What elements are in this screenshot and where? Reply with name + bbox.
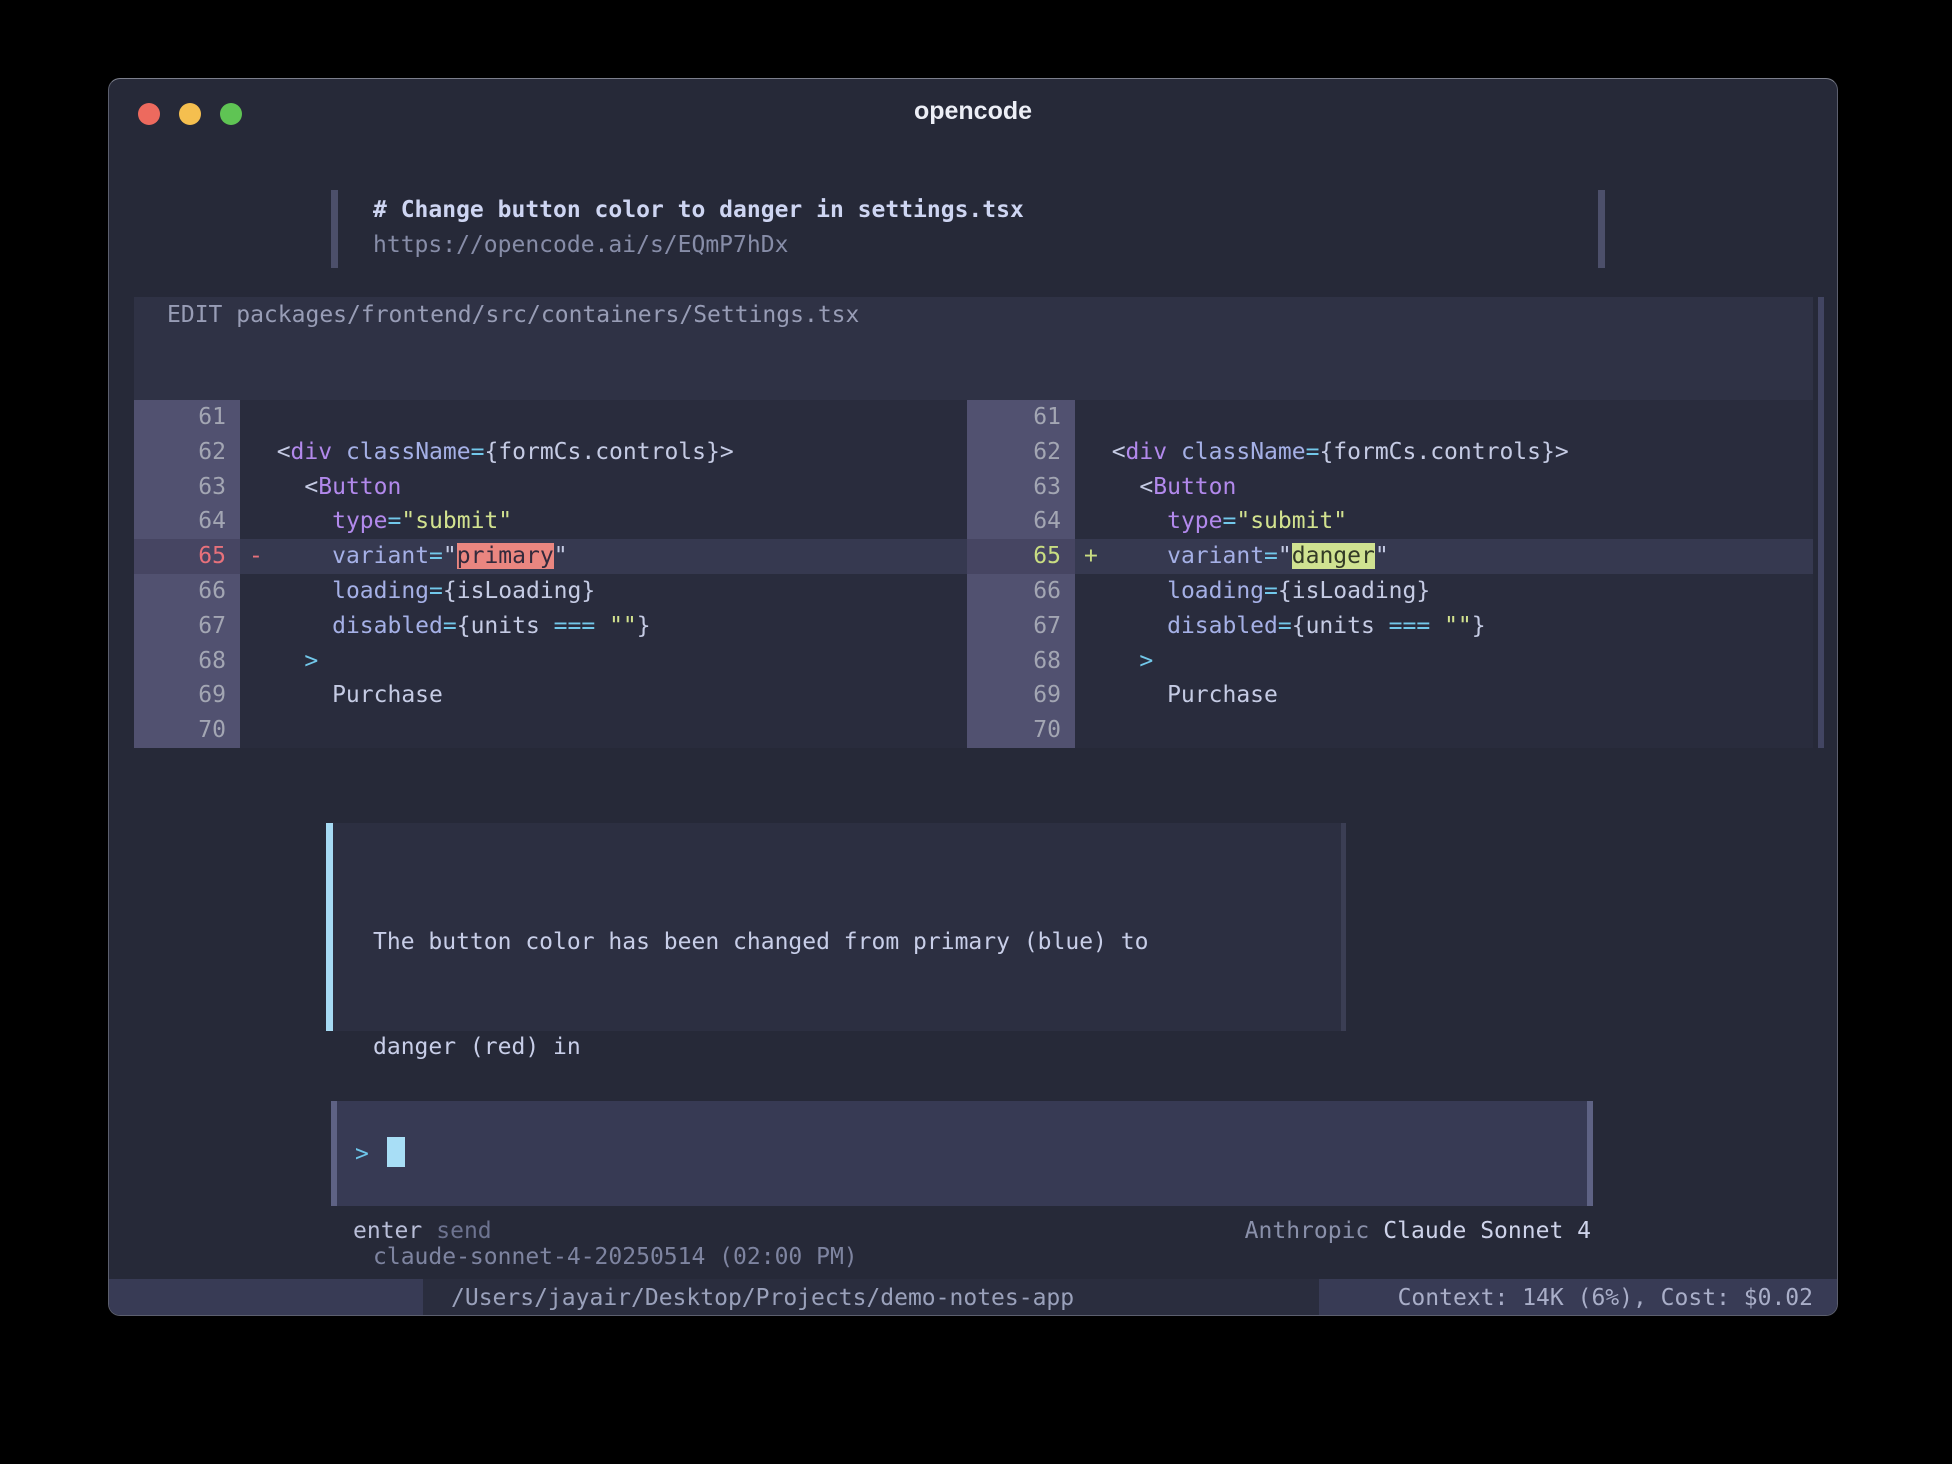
code-line: loading={isLoading} xyxy=(1075,574,1813,609)
code-line: loading={isLoading} xyxy=(240,574,967,609)
edit-tool-panel: EDIT packages/frontend/src/containers/Se… xyxy=(134,297,1813,748)
line-number: 61 xyxy=(967,400,1075,435)
line-number: 65 xyxy=(134,539,240,574)
line-number: 67 xyxy=(967,609,1075,644)
app-version-badge: opencodev0.1.156 xyxy=(109,1279,423,1316)
line-number: 69 xyxy=(134,678,240,713)
diff-scrollbar[interactable] xyxy=(1818,297,1824,748)
diff-row: 62 <div className={formCs.controls}> xyxy=(134,435,967,470)
screen: opencode # Change button color to danger… xyxy=(0,0,1952,1464)
line-number: 70 xyxy=(967,713,1075,748)
diff-row: 66 loading={isLoading} xyxy=(134,574,967,609)
diff-row: 65+ variant="danger" xyxy=(967,539,1813,574)
code-line: disabled={units === ""} xyxy=(1075,609,1813,644)
line-number: 62 xyxy=(967,435,1075,470)
model-name: Claude Sonnet 4 xyxy=(1383,1218,1591,1244)
message-line: danger (red) in xyxy=(373,1030,1148,1065)
diff-row: 61 xyxy=(967,400,1813,435)
line-number: 66 xyxy=(967,574,1075,609)
diff-row: 69 Purchase xyxy=(967,678,1813,713)
code-line: > xyxy=(1075,644,1813,679)
line-number: 64 xyxy=(134,504,240,539)
chat-input[interactable]: > xyxy=(331,1101,1593,1206)
line-number: 67 xyxy=(134,609,240,644)
diff-row: 63 <Button xyxy=(134,470,967,505)
hint-key: enter xyxy=(353,1218,422,1244)
code-line xyxy=(1075,713,1813,748)
prompt-char: > xyxy=(355,1141,369,1167)
provider-name: Anthropic xyxy=(1245,1218,1370,1244)
code-line: > xyxy=(240,644,967,679)
code-line: type="submit" xyxy=(240,504,967,539)
diff-pane-after: 6162 <div className={formCs.controls}>63… xyxy=(967,400,1813,748)
diff-row: 62 <div className={formCs.controls}> xyxy=(967,435,1813,470)
hint-action: send xyxy=(436,1218,491,1244)
assistant-message: The button color has been changed from p… xyxy=(326,823,1346,1031)
diff-row: 63 <Button xyxy=(967,470,1813,505)
keybind-hint: enter send xyxy=(353,1214,492,1248)
line-number: 64 xyxy=(967,504,1075,539)
text-cursor xyxy=(387,1137,405,1167)
diff-row: 70 xyxy=(134,713,967,748)
code-line xyxy=(1075,400,1813,435)
line-number: 66 xyxy=(134,574,240,609)
line-number: 61 xyxy=(134,400,240,435)
code-line: <Button xyxy=(1075,470,1813,505)
line-number: 62 xyxy=(134,435,240,470)
code-line: Purchase xyxy=(1075,678,1813,713)
line-number: 63 xyxy=(967,470,1075,505)
code-line: <div className={formCs.controls}> xyxy=(240,435,967,470)
line-number: 70 xyxy=(134,713,240,748)
diff-row: 67 disabled={units === ""} xyxy=(967,609,1813,644)
diff-row: 64 type="submit" xyxy=(134,504,967,539)
code-line: - variant="primary" xyxy=(240,539,967,574)
line-number: 68 xyxy=(967,644,1075,679)
code-line xyxy=(240,400,967,435)
diff-row: 68 > xyxy=(134,644,967,679)
diff-row: 69 Purchase xyxy=(134,678,967,713)
working-directory: /Users/jayair/Desktop/Projects/demo-note… xyxy=(451,1279,1074,1316)
line-number: 68 xyxy=(134,644,240,679)
window-title: opencode xyxy=(109,97,1837,126)
code-line: disabled={units === ""} xyxy=(240,609,967,644)
line-number: 65 xyxy=(967,539,1075,574)
prompt-left-rule xyxy=(331,190,338,268)
diff-view: 6162 <div className={formCs.controls}>63… xyxy=(134,400,1813,748)
code-line xyxy=(240,713,967,748)
code-line: <div className={formCs.controls}> xyxy=(1075,435,1813,470)
prompt-heading: # Change button color to danger in setti… xyxy=(373,193,1024,228)
context-cost-badge: Context: 14K (6%), Cost: $0.02 xyxy=(1319,1279,1838,1316)
diff-row: 70 xyxy=(967,713,1813,748)
line-number: 69 xyxy=(967,678,1075,713)
code-line: <Button xyxy=(240,470,967,505)
status-bar: opencodev0.1.156 /Users/jayair/Desktop/P… xyxy=(109,1279,1838,1316)
diff-pane-before: 6162 <div className={formCs.controls}>63… xyxy=(134,400,967,748)
prompt-right-rule xyxy=(1598,190,1605,268)
line-number: 63 xyxy=(134,470,240,505)
model-indicator: Anthropic Claude Sonnet 4 xyxy=(1245,1214,1591,1248)
code-line: + variant="danger" xyxy=(1075,539,1813,574)
code-line: Purchase xyxy=(240,678,967,713)
input-prompt-row: > xyxy=(355,1137,405,1171)
message-line: The button color has been changed from p… xyxy=(373,925,1148,960)
opencode-window: opencode # Change button color to danger… xyxy=(108,78,1838,1316)
edit-file-title: EDIT packages/frontend/src/containers/Se… xyxy=(167,297,859,333)
diff-row: 65- variant="primary" xyxy=(134,539,967,574)
share-url[interactable]: https://opencode.ai/s/EQmP7hDx xyxy=(373,228,788,263)
diff-row: 64 type="submit" xyxy=(967,504,1813,539)
diff-row: 61 xyxy=(134,400,967,435)
diff-row: 67 disabled={units === ""} xyxy=(134,609,967,644)
diff-row: 68 > xyxy=(967,644,1813,679)
code-line: type="submit" xyxy=(1075,504,1813,539)
diff-row: 66 loading={isLoading} xyxy=(967,574,1813,609)
